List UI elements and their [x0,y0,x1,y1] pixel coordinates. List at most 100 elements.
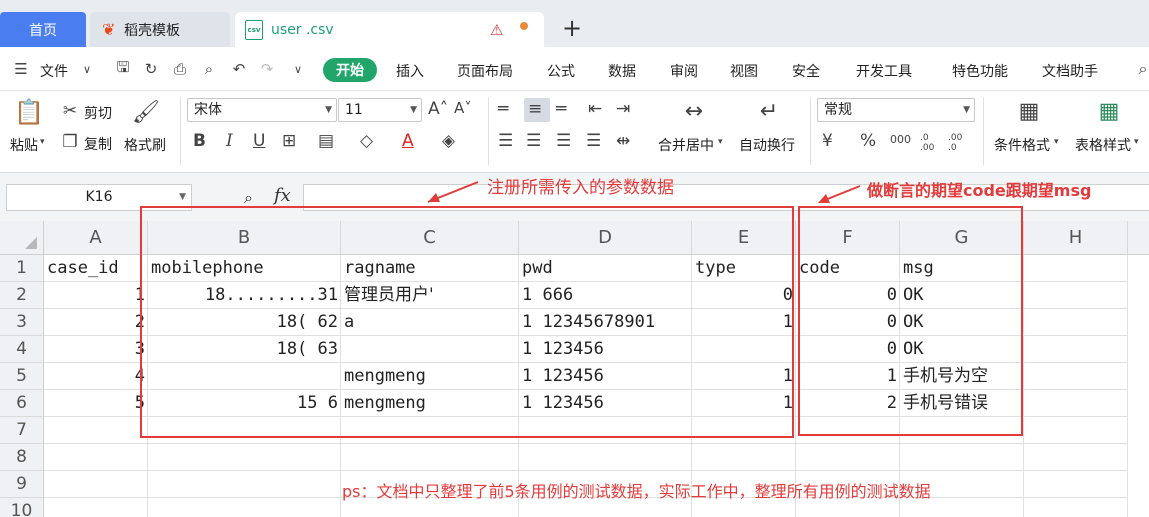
menu-insert[interactable]: 插入 [396,61,424,81]
quick-access-more-icon[interactable]: ∨ [287,58,309,80]
increase-font-icon[interactable]: A˄ [428,99,448,119]
menu-view[interactable]: 视图 [730,61,758,81]
row-header[interactable]: 1 [0,255,44,282]
cell-a9[interactable] [44,471,148,498]
unsaved-dot-icon[interactable] [520,22,528,30]
paste-icon[interactable]: 📋 [14,97,44,127]
cell-a8[interactable] [44,444,148,471]
cell-style-icon[interactable]: ▤ [318,131,334,151]
cell-h7[interactable] [1024,417,1128,444]
cell-a3[interactable]: 2 [44,309,148,336]
menu-developer-tools[interactable]: 开发工具 [856,61,912,81]
italic-icon[interactable]: I [226,131,233,151]
format-painter-icon[interactable]: 🖌 [132,97,160,127]
cell-h9[interactable] [1024,471,1128,498]
export-icon[interactable]: ↻ [140,58,162,80]
conditional-format-dropdown-icon[interactable]: ▾ [1054,137,1059,147]
currency-icon[interactable]: ¥ [822,131,833,151]
select-all-corner[interactable] [0,221,44,255]
increase-decimal-icon[interactable]: .0 .00 [920,133,942,153]
cell-h1[interactable] [1024,255,1128,282]
decrease-indent-icon[interactable]: ⇤ [588,99,602,119]
row-header[interactable]: 9 [0,471,44,498]
justify-icon[interactable]: ☰ [586,131,601,151]
cell-h5[interactable] [1024,363,1128,390]
paste-dropdown-icon[interactable]: ▾ [40,137,45,147]
save-icon[interactable]: 🖫 [112,58,134,80]
cell-h6[interactable] [1024,390,1128,417]
align-left-icon[interactable]: ☰ [498,131,513,151]
cell-h10[interactable] [1024,498,1128,517]
function-icon[interactable]: fx [274,185,291,206]
menu-review[interactable]: 审阅 [670,61,698,81]
menu-page-layout[interactable]: 页面布局 [457,61,513,81]
conditional-format-icon[interactable]: ▦ [1012,97,1046,125]
cell-a1[interactable]: case_id [44,255,148,282]
menu-doc-assistant[interactable]: 文档助手 [1042,61,1098,81]
cell-f8[interactable] [796,444,900,471]
distributed-icon[interactable]: ⇹ [616,131,630,151]
menu-data[interactable]: 数据 [608,61,636,81]
print-icon[interactable]: ⎙ [169,58,191,80]
row-header[interactable]: 8 [0,444,44,471]
underline-icon[interactable]: U [253,131,265,151]
tab-home[interactable]: 首页 [0,12,86,47]
menu-file[interactable]: 文件 [40,61,68,81]
zoom-search-icon[interactable]: ⌕ [244,188,253,208]
copy-icon[interactable]: ❐ [60,132,80,152]
align-bottom-icon[interactable]: ═ [556,99,566,119]
merge-dropdown-icon[interactable]: ▾ [718,137,723,147]
bold-icon[interactable]: B [193,131,206,151]
border-icon[interactable]: ⊞ [282,131,296,151]
cell-b10[interactable] [148,498,341,517]
cell-b9[interactable] [148,471,341,498]
row-header[interactable]: 6 [0,390,44,417]
menu-special-features[interactable]: 特色功能 [952,61,1008,81]
row-header[interactable]: 5 [0,363,44,390]
cell-a10[interactable] [44,498,148,517]
cell-a6[interactable]: 5 [44,390,148,417]
conditional-format-button[interactable]: 条件格式 [994,135,1050,155]
wrap-text-button[interactable]: 自动换行 [739,135,795,155]
percent-icon[interactable]: % [860,131,876,151]
number-format-select[interactable]: 常规 ▼ [817,98,975,122]
chevron-down-icon[interactable]: ∨ [76,58,98,80]
column-header[interactable] [1128,221,1149,255]
cell-h2[interactable] [1024,282,1128,309]
print-preview-icon[interactable]: ⌕ [198,58,220,80]
cell-d8[interactable] [519,444,692,471]
table-style-dropdown-icon[interactable]: ▾ [1134,137,1139,147]
merge-center-button[interactable]: 合并居中 [658,135,714,155]
undo-icon[interactable]: ↶ [228,58,250,80]
align-top-icon[interactable]: ═ [498,99,508,119]
search-icon[interactable]: ⌕ [1132,58,1149,80]
cell-h3[interactable] [1024,309,1128,336]
wrap-text-icon[interactable]: ↵ [752,97,786,125]
cell-a7[interactable] [44,417,148,444]
font-name-select[interactable]: 宋体 ▼ [187,98,337,122]
merge-center-icon[interactable]: ↔ [677,97,711,125]
cell-h4[interactable] [1024,336,1128,363]
new-tab-plus-icon[interactable]: + [562,14,582,42]
font-size-select[interactable]: 11 ▼ [338,98,422,122]
cell-a4[interactable]: 3 [44,336,148,363]
row-header[interactable]: 3 [0,309,44,336]
align-middle-icon[interactable]: ≡ [528,99,542,119]
cut-icon[interactable]: ✂ [60,101,80,121]
row-header[interactable]: 2 [0,282,44,309]
tab-template[interactable]: ❦ 稻壳模板 [90,12,230,47]
table-style-button[interactable]: 表格样式 [1075,135,1131,155]
cut-button[interactable]: 剪切 [84,103,112,123]
fill-color-icon[interactable]: ◇ [360,131,373,151]
row-header[interactable]: 10 [0,498,44,517]
redo-icon[interactable]: ↷ [256,58,278,80]
cell-b8[interactable] [148,444,341,471]
clear-format-icon[interactable]: ◈ [442,131,455,151]
column-header[interactable]: H [1024,221,1128,255]
cell-h8[interactable] [1024,444,1128,471]
copy-button[interactable]: 复制 [84,134,112,154]
decrease-font-icon[interactable]: A˅ [454,99,472,117]
cell-g8[interactable] [900,444,1024,471]
menu-security[interactable]: 安全 [792,61,820,81]
cell-c8[interactable] [341,444,519,471]
